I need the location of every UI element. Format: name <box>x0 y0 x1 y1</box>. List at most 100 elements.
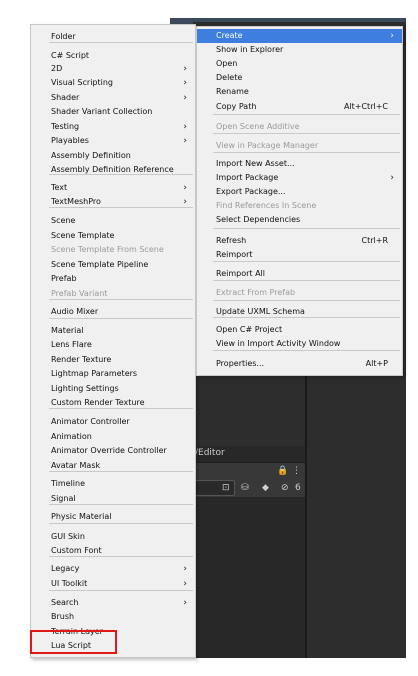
menu-item-label: Reimport All <box>216 269 265 278</box>
create-item-scene[interactable]: Scene <box>31 214 195 228</box>
kebab-menu-icon[interactable]: ⋮ <box>292 466 301 476</box>
menu-item-label: Folder <box>51 32 76 41</box>
lock-icon[interactable]: 🔒 <box>277 466 288 476</box>
menu-item-label: Scene Template <box>51 231 115 240</box>
create-item-2d[interactable]: 2D › <box>31 62 195 76</box>
menu-item-label: Visual Scripting <box>51 78 113 87</box>
create-item-lens-flare[interactable]: Lens Flare <box>31 338 195 352</box>
menu-item-label: Reimport <box>216 250 253 259</box>
menu-item-label: Animation <box>51 432 92 441</box>
menu-item-label: Assembly Definition Reference <box>51 165 174 174</box>
create-item-playables[interactable]: Playables › <box>31 134 195 148</box>
chevron-right-icon: › <box>390 31 394 41</box>
create-item-custom-font[interactable]: Custom Font <box>31 544 195 558</box>
menu-item-label: Shader Variant Collection <box>51 107 153 116</box>
context-item-reimport-all[interactable]: Reimport All <box>197 267 402 281</box>
menu-item-label: Shader <box>51 93 80 102</box>
menu-item-label: Find References In Scene <box>216 201 317 210</box>
create-item-prefab[interactable]: Prefab <box>31 272 195 286</box>
create-item-text[interactable]: Text › <box>31 181 195 195</box>
project-path-label: /Editor <box>195 448 225 458</box>
menu-item-label: Show in Explorer <box>216 45 284 54</box>
create-item-scene-template[interactable]: Scene Template <box>31 229 195 243</box>
menu-item-label: Extract From Prefab <box>216 288 296 297</box>
create-item-shader-variant-collection[interactable]: Shader Variant Collection <box>31 105 195 119</box>
create-item-render-texture[interactable]: Render Texture <box>31 353 195 367</box>
panel-divider[interactable] <box>305 374 307 658</box>
create-item-animator-override-controller[interactable]: Animator Override Controller <box>31 444 195 458</box>
context-item-select-dependencies[interactable]: Select Dependencies <box>197 213 402 227</box>
search-by-type-icon[interactable]: ⊡ <box>222 483 230 493</box>
create-item-c-script[interactable]: C# Script <box>31 49 195 63</box>
context-item-extract-from-prefab: Extract From Prefab <box>197 286 402 300</box>
create-item-timeline[interactable]: Timeline <box>31 477 195 491</box>
create-item-assembly-definition-reference[interactable]: Assembly Definition Reference <box>31 163 195 177</box>
create-item-legacy[interactable]: Legacy › <box>31 562 195 576</box>
chevron-right-icon: › <box>183 136 187 146</box>
create-item-ui-toolkit[interactable]: UI Toolkit › <box>31 577 195 591</box>
context-item-rename[interactable]: Rename <box>197 85 402 99</box>
context-item-view-in-import-activity-window[interactable]: View in Import Activity Window <box>197 337 402 351</box>
chevron-right-icon: › <box>183 197 187 207</box>
menu-item-label: Lighting Settings <box>51 384 119 393</box>
hidden-packages-icon[interactable]: ⊘ <box>281 483 289 493</box>
create-item-material[interactable]: Material <box>31 324 195 338</box>
create-item-signal[interactable]: Signal <box>31 492 195 506</box>
create-item-search[interactable]: Search › <box>31 596 195 610</box>
create-item-assembly-definition[interactable]: Assembly Definition <box>31 149 195 163</box>
menu-item-label: Signal <box>51 494 76 503</box>
menu-item-label: Custom Font <box>51 546 102 555</box>
create-item-scene-template-pipeline[interactable]: Scene Template Pipeline <box>31 258 195 272</box>
context-item-delete[interactable]: Delete <box>197 71 402 85</box>
create-item-audio-mixer[interactable]: Audio Mixer <box>31 305 195 319</box>
create-item-lightmap-parameters[interactable]: Lightmap Parameters <box>31 367 195 381</box>
menu-item-label: Audio Mixer <box>51 307 99 316</box>
context-item-properties[interactable]: Properties... Alt+P <box>197 357 402 371</box>
context-item-import-package[interactable]: Import Package › <box>197 171 402 185</box>
context-item-reimport[interactable]: Reimport <box>197 248 402 262</box>
assets-context-menu: Create › Show in Explorer Open Delete Rename C… <box>196 26 403 376</box>
context-item-export-package[interactable]: Export Package... <box>197 185 402 199</box>
create-item-gui-skin[interactable]: GUI Skin <box>31 530 195 544</box>
context-item-update-uxml-schema[interactable]: Update UXML Schema <box>197 305 402 319</box>
context-item-show-in-explorer[interactable]: Show in Explorer <box>197 43 402 57</box>
create-item-folder[interactable]: Folder <box>31 30 195 44</box>
annotation-highlight-box <box>30 630 117 654</box>
menu-item-label: Text <box>51 183 68 192</box>
menu-item-label: View in Package Manager <box>216 141 319 150</box>
context-item-copy-path[interactable]: Copy Path Alt+Ctrl+C <box>197 100 402 114</box>
chevron-right-icon: › <box>183 598 187 608</box>
create-item-shader[interactable]: Shader › <box>31 91 195 105</box>
menu-item-label: Select Dependencies <box>216 215 301 224</box>
menu-item-shortcut: Ctrl+R <box>361 236 389 245</box>
context-item-import-new-asset[interactable]: Import New Asset... <box>197 157 402 171</box>
create-item-lighting-settings[interactable]: Lighting Settings <box>31 382 195 396</box>
create-item-avatar-mask[interactable]: Avatar Mask <box>31 459 195 473</box>
hidden-count-badge: 6 <box>295 483 301 493</box>
label-tag-icon[interactable]: ◆ <box>262 483 269 493</box>
chevron-right-icon: › <box>183 122 187 132</box>
menu-item-shortcut: Alt+P <box>365 359 388 368</box>
context-item-open-scene-additive: Open Scene Additive <box>197 120 402 134</box>
context-item-create[interactable]: Create › <box>197 29 402 43</box>
menu-item-label: Open <box>216 59 238 68</box>
create-item-testing[interactable]: Testing › <box>31 120 195 134</box>
create-item-animation[interactable]: Animation <box>31 430 195 444</box>
create-item-custom-render-texture[interactable]: Custom Render Texture <box>31 396 195 410</box>
menu-item-label: Open C# Project <box>216 325 283 334</box>
context-item-open-c-project[interactable]: Open C# Project <box>197 323 402 337</box>
menu-item-label: C# Script <box>51 51 90 60</box>
create-item-visual-scripting[interactable]: Visual Scripting › <box>31 76 195 90</box>
context-item-refresh[interactable]: Refresh Ctrl+R <box>197 234 402 248</box>
filter-icon[interactable]: ⛁ <box>241 483 249 493</box>
menu-item-label: Create <box>216 31 243 40</box>
context-item-open[interactable]: Open <box>197 57 402 71</box>
create-item-animator-controller[interactable]: Animator Controller <box>31 415 195 429</box>
create-item-textmeshpro[interactable]: TextMeshPro › <box>31 195 195 209</box>
menu-item-label: Rename <box>216 87 249 96</box>
create-item-physic-material[interactable]: Physic Material <box>31 510 195 524</box>
create-item-brush[interactable]: Brush <box>31 610 195 624</box>
chevron-right-icon: › <box>183 183 187 193</box>
menu-item-label: Properties... <box>216 359 265 368</box>
chevron-right-icon: › <box>183 93 187 103</box>
